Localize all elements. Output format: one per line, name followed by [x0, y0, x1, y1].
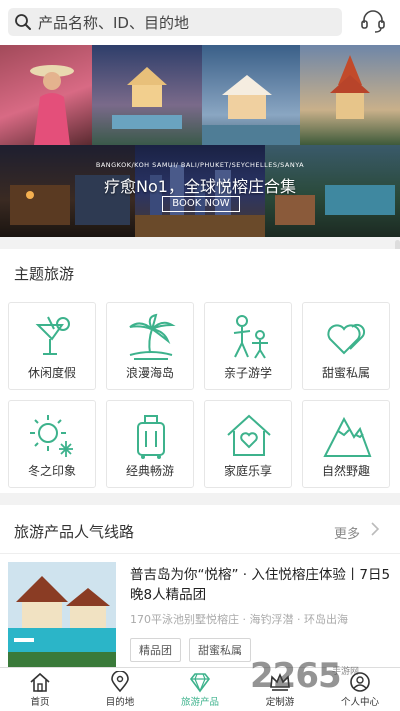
banner-title: 疗愈No1，全球悦榕庄合集 [104, 177, 296, 196]
theme-card-nature[interactable]: 自然野趣 [302, 400, 390, 488]
banner-photo-woman [0, 45, 92, 145]
home-icon [30, 672, 50, 692]
theme-card-leisure[interactable]: 休闲度假 [8, 302, 96, 390]
watermark-subtext: 手游网 [332, 667, 360, 677]
nav-travel-products[interactable]: 旅游产品 [160, 668, 240, 711]
product-title[interactable]: 普吉岛为你“悦榕” · 入住悦榕庄体验丨7日5晚8人精品团 [130, 565, 392, 605]
nav-destination[interactable]: 目的地 [80, 668, 160, 711]
search-placeholder: 产品名称、ID、目的地 [38, 13, 189, 32]
divider [0, 553, 400, 554]
search-input[interactable]: 产品名称、ID、目的地 [8, 8, 342, 36]
nav-home[interactable]: 首页 [0, 668, 80, 711]
theme-card-family-fun[interactable]: 家庭乐享 [204, 400, 292, 488]
banner-photo-pavilion [92, 45, 202, 145]
cocktail-icon [35, 316, 70, 355]
tag-badge: 甜蜜私属 [189, 638, 251, 662]
theme-card-island[interactable]: 浪漫海岛 [106, 302, 194, 390]
tag-badge: 精品团 [130, 638, 181, 662]
theme-travel-section: 主题旅游 休闲度假 浪漫海岛 亲子游学 甜蜜私属 冬之印象 经典畅游 家庭乐享 … [0, 249, 400, 493]
promo-banner[interactable]: BANGKOK/KOH SAMUI/ BALI/PHUKET/SEYCHELLE… [0, 45, 400, 237]
theme-card-sweet-private[interactable]: 甜蜜私属 [302, 302, 390, 390]
parent-child-icon [233, 315, 268, 359]
hearts-icon [327, 323, 366, 355]
banner-photo-temple [300, 45, 400, 145]
section-title: 旅游产品人气线路 [14, 523, 135, 541]
theme-card-family-study[interactable]: 亲子游学 [204, 302, 292, 390]
house-heart-icon [227, 414, 271, 456]
mountain-icon [323, 416, 372, 457]
diamond-icon [189, 673, 211, 693]
theme-card-winter[interactable]: 冬之印象 [8, 400, 96, 488]
banner-photo-villa [202, 45, 300, 145]
popular-routes-section: 旅游产品人气线路 更多 普吉岛为你“悦榕” · 入住悦榕庄体验丨7日5晚8人精品… [0, 505, 400, 670]
chevron-right-icon[interactable] [370, 521, 380, 537]
customer-service-icon[interactable] [360, 10, 386, 34]
product-subtitle: 170平泳池别墅悦榕庄 · 海钓浮潜 · 环岛出海 [130, 613, 348, 626]
top-bar: 产品名称、ID、目的地 [0, 0, 400, 45]
search-icon [14, 13, 32, 31]
location-pin-icon [111, 671, 129, 693]
luggage-icon [137, 415, 165, 459]
sun-snowflake-icon [30, 415, 73, 457]
more-link[interactable]: 更多 [334, 523, 360, 542]
section-title: 主题旅游 [14, 265, 75, 283]
product-image[interactable] [8, 562, 116, 670]
palm-tree-icon [129, 313, 176, 360]
theme-card-classic-tour[interactable]: 经典畅游 [106, 400, 194, 488]
banner-caption: BANGKOK/KOH SAMUI/ BALI/PHUKET/SEYCHELLE… [95, 161, 305, 169]
book-now-button[interactable]: BOOK NOW [162, 196, 240, 212]
watermark-logo: 2265 [250, 656, 342, 696]
product-tags: 精品团 甜蜜私属 [130, 638, 251, 662]
